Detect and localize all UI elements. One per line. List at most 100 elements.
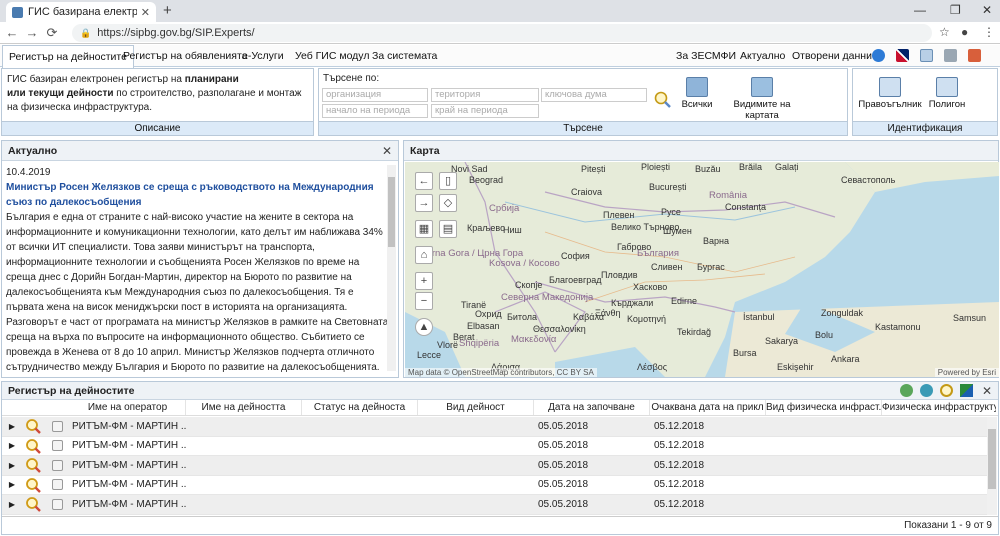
map-zoom-out-icon[interactable]: −: [415, 292, 433, 310]
minimize-icon[interactable]: —: [914, 3, 926, 17]
news-scrollbar[interactable]: [387, 165, 396, 371]
map-home-icon[interactable]: ⌂: [415, 246, 433, 264]
map-label-plovdiv: Пловдив: [601, 270, 638, 280]
show-all-button[interactable]: Всички: [679, 77, 715, 110]
col-expected-end-date[interactable]: Очаквана дата на прикл: [650, 400, 766, 415]
nav-e-services[interactable]: е-Услуги: [236, 45, 290, 67]
col-activity-type[interactable]: Вид дейност: [418, 400, 534, 415]
site-favicon-icon: [12, 6, 23, 18]
grid-close-icon[interactable]: ✕: [982, 382, 992, 400]
browser-toolbar: ← → ⟳ 🔒 https://sipbg.gov.bg/SIP.Experts…: [0, 22, 1000, 44]
table-row[interactable]: ▶ РИТЪМ-ФМ - МАРТИН ... 05.05.2018 05.12.20…: [2, 476, 988, 495]
nav-activities-register[interactable]: Регистър на дейностите: [2, 45, 134, 68]
row-checkbox[interactable]: [51, 420, 63, 432]
rectangle-select-icon: [879, 77, 901, 97]
table-row[interactable]: ▶ РИТЪМ-ФМ - МАРТИН ... 05.05.2018 05.12.20…: [2, 417, 988, 437]
news-scrollbar-thumb[interactable]: [388, 177, 395, 247]
map-back-icon[interactable]: ←: [415, 172, 433, 190]
zoom-to-icon[interactable]: [22, 438, 44, 454]
col-operator-name[interactable]: Име на оператор: [70, 400, 186, 415]
map-label-kosova: Kosova / Косово: [489, 258, 560, 269]
zoom-to-icon[interactable]: [22, 457, 44, 474]
map-label-eskisehir: Eskişehir: [777, 362, 814, 372]
map-print-icon[interactable]: ▤: [439, 220, 457, 238]
map-label-varna: Варна: [703, 236, 729, 246]
row-checkbox[interactable]: [51, 459, 63, 471]
map-label-lecce: Lecce: [417, 350, 442, 360]
window-close-icon[interactable]: ✕: [982, 3, 992, 17]
nav-web-gis[interactable]: Уеб ГИС модул: [289, 45, 375, 67]
tools-icon[interactable]: [968, 49, 981, 62]
nav-open-data[interactable]: Отворени данни: [786, 45, 878, 67]
table-row[interactable]: ▶ РИТЪМ-ФМ - МАРТИН ... 05.05.2018 05.12.20…: [2, 456, 988, 476]
map-zoom-in-icon[interactable]: +: [415, 272, 433, 290]
new-tab-icon[interactable]: +: [163, 2, 172, 19]
map-label-kraljevo: Краљево: [467, 223, 506, 233]
zoom-to-icon[interactable]: [22, 496, 44, 513]
expand-row-icon[interactable]: ▶: [2, 500, 22, 509]
export-excel-icon[interactable]: [900, 384, 913, 397]
map-label-samsun: Samsun: [953, 313, 987, 323]
period-end-field[interactable]: край на периода: [431, 104, 539, 118]
col-infrastructure-type[interactable]: Вид физическа инфраст...: [766, 400, 882, 415]
grid-search-icon[interactable]: [940, 384, 953, 397]
show-on-map-icon[interactable]: [960, 384, 973, 397]
row-checkbox[interactable]: [51, 479, 63, 491]
show-all-icon: [686, 77, 708, 97]
zoom-to-icon[interactable]: [22, 418, 44, 435]
map-label-bolu: Bolu: [815, 330, 834, 340]
polygon-button[interactable]: Полигон: [921, 77, 973, 110]
nav-about-system[interactable]: За системата: [366, 45, 443, 67]
table-row[interactable]: ▶ РИТЪМ-ФМ - МАРТИН ... 05.05.2018 05.12.20…: [2, 495, 988, 515]
row-checkbox[interactable]: [51, 498, 63, 510]
search-icon[interactable]: [654, 91, 672, 109]
col-activity-status[interactable]: Статус на дейноста: [302, 400, 418, 415]
news-headline[interactable]: Министър Росен Желязков се среща с ръков…: [6, 180, 390, 210]
expand-row-icon[interactable]: ▶: [2, 441, 22, 450]
forward-icon[interactable]: →: [24, 25, 40, 40]
keyword-field[interactable]: ключова дума: [541, 88, 647, 102]
map-qr-icon[interactable]: ▦: [415, 220, 433, 238]
expand-row-icon[interactable]: ▶: [2, 461, 22, 470]
col-infrastructure[interactable]: Физическа инфраструкту...: [882, 400, 996, 415]
address-bar[interactable]: 🔒 https://sipbg.gov.bg/SIP.Experts/: [72, 24, 932, 42]
col-start-date[interactable]: Дата на започване: [534, 400, 650, 415]
back-icon[interactable]: ←: [4, 25, 20, 40]
mail-icon[interactable]: [920, 49, 933, 62]
map-erase-icon[interactable]: ◇: [439, 194, 457, 212]
territory-field[interactable]: територия: [431, 88, 539, 102]
zoom-to-icon[interactable]: [22, 477, 44, 493]
layers-icon[interactable]: [944, 49, 957, 62]
grid-scrollbar-thumb[interactable]: [988, 429, 996, 489]
nav-announcements-register[interactable]: Регистър на обявленията: [117, 45, 254, 67]
map-panel-title: Карта: [410, 145, 440, 157]
grid-scrollbar[interactable]: [987, 417, 997, 515]
reload-icon[interactable]: ⟳: [44, 25, 60, 41]
user-icon[interactable]: [872, 49, 885, 62]
map-forward-icon[interactable]: →: [415, 194, 433, 212]
rectangle-button[interactable]: Правоъгълник: [857, 77, 923, 110]
col-activity-name[interactable]: Име на дейността: [186, 400, 302, 415]
visible-on-map-icon: [751, 77, 773, 97]
menu-dots-icon[interactable]: ⋮: [983, 25, 995, 39]
bookmark-star-icon[interactable]: ☆: [939, 25, 950, 39]
uk-flag-icon[interactable]: [896, 49, 909, 62]
table-row[interactable]: ▶ РИТЪМ-ФМ - МАРТИН ... 05.05.2018 05.12.20…: [2, 437, 988, 456]
map-compass-icon[interactable]: ▲: [415, 318, 433, 336]
nav-news[interactable]: Актуално: [734, 45, 791, 67]
profile-icon[interactable]: ●: [961, 25, 968, 39]
map-pointer-icon[interactable]: ▯: [439, 172, 457, 190]
tab-close-icon[interactable]: ✕: [141, 6, 150, 19]
row-checkbox[interactable]: [51, 440, 63, 452]
organization-field[interactable]: организация: [322, 88, 428, 102]
expand-row-icon[interactable]: ▶: [2, 480, 22, 489]
restore-icon[interactable]: ❐: [950, 3, 961, 17]
nav-zesmfi[interactable]: За ЗЕСМФИ: [670, 45, 742, 67]
period-start-field[interactable]: начало на периода: [322, 104, 428, 118]
visible-on-map-button[interactable]: Видимите на картата: [717, 77, 807, 121]
map-canvas[interactable]: Novi Sad Beograd Србија Краљево Ниш Crna…: [405, 162, 999, 377]
export-data-icon[interactable]: [920, 384, 933, 397]
news-close-icon[interactable]: ✕: [382, 141, 392, 161]
browser-tab[interactable]: ГИС базирана електронна плат ✕: [6, 2, 156, 22]
expand-row-icon[interactable]: ▶: [2, 422, 22, 431]
